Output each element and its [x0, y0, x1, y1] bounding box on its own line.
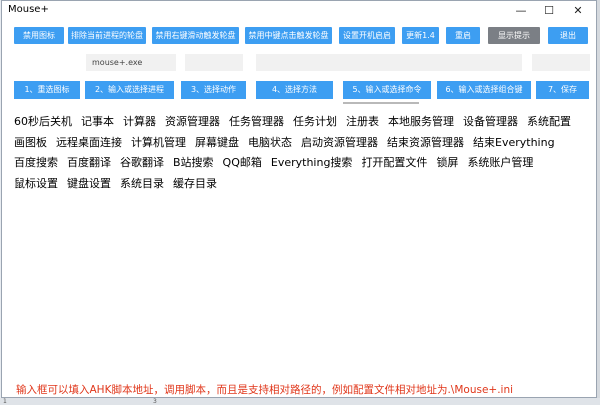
command-item[interactable]: 设备管理器 — [463, 112, 518, 133]
mouse-plus-window: Mouse+ — ☐ ✕ 禁用图标 排除当前进程的轮盘 禁用右键滑动触发轮盘 禁… — [1, 0, 597, 398]
command-item[interactable]: 电脑状态 — [248, 133, 292, 154]
command-item[interactable]: 锁屏 — [436, 153, 458, 174]
command-item[interactable]: 60秒后关机 — [14, 112, 72, 133]
restart-button[interactable]: 重启 — [446, 27, 480, 44]
command-item[interactable]: 结束资源管理器 — [387, 133, 464, 154]
minimize-icon[interactable]: — — [507, 1, 535, 21]
command-item[interactable]: 任务计划 — [293, 112, 337, 133]
process-input[interactable]: mouse+.exe — [86, 54, 176, 71]
disable-icon-button[interactable]: 禁用图标 — [14, 27, 64, 44]
command-item[interactable]: 计算器 — [123, 112, 156, 133]
line-number: 1 — [3, 398, 7, 405]
title-bar[interactable]: Mouse+ — ☐ ✕ — [2, 1, 596, 21]
command-item[interactable]: 百度翻译 — [67, 153, 111, 174]
action-input[interactable] — [185, 54, 243, 71]
command-item[interactable]: B站搜索 — [173, 153, 214, 174]
exclude-process-wheel-button[interactable]: 排除当前进程的轮盘 — [68, 27, 146, 44]
step-select-hotkey-button[interactable]: 6、输入或选择组合键 — [437, 81, 531, 99]
command-item[interactable]: 本地服务管理 — [388, 112, 454, 133]
command-input[interactable] — [256, 54, 522, 71]
command-item[interactable]: QQ邮箱 — [223, 153, 262, 174]
command-item[interactable]: 任务管理器 — [229, 112, 284, 133]
command-item[interactable]: 键盘设置 — [67, 174, 111, 195]
step-select-process-button[interactable]: 2、输入或选择进程 — [85, 81, 174, 99]
step-select-method-button[interactable]: 4、选择方法 — [256, 81, 333, 99]
step-select-action-button[interactable]: 3、选择动作 — [181, 81, 246, 99]
step-select-command-button[interactable]: 5、输入或选择命令 — [343, 81, 431, 99]
command-item[interactable]: 鼠标设置 — [14, 174, 58, 195]
command-item[interactable]: 系统配置 — [527, 112, 571, 133]
update-button[interactable]: 更新1.4 — [402, 27, 439, 44]
show-tips-button[interactable]: 显示提示 — [488, 27, 540, 44]
exit-button[interactable]: 退出 — [548, 27, 588, 44]
command-item[interactable]: 屏幕键盘 — [195, 133, 239, 154]
autostart-button[interactable]: 设置开机启启 — [339, 27, 395, 44]
command-item[interactable]: 记事本 — [81, 112, 114, 133]
disable-right-slide-wheel-button[interactable]: 禁用右键滑动触发轮盘 — [152, 27, 239, 44]
command-item[interactable]: 缓存目录 — [173, 174, 217, 195]
close-icon[interactable]: ✕ — [564, 1, 592, 21]
command-item[interactable]: 画图板 — [14, 133, 47, 154]
step-save-button[interactable]: 7、保存 — [536, 81, 589, 99]
command-item[interactable]: Everything搜索 — [271, 153, 353, 174]
hotkey-input[interactable] — [532, 54, 590, 71]
command-item[interactable]: 谷歌翻译 — [120, 153, 164, 174]
command-item[interactable]: 系统目录 — [120, 174, 164, 195]
line-number: 3 — [153, 398, 157, 405]
command-item[interactable]: 打开配置文件 — [361, 153, 427, 174]
command-item[interactable]: 计算机管理 — [131, 133, 186, 154]
command-item[interactable]: 系统账户管理 — [467, 153, 533, 174]
command-item[interactable]: 结束Everything — [473, 133, 555, 154]
command-item[interactable]: 百度搜索 — [14, 153, 58, 174]
command-item[interactable]: 资源管理器 — [165, 112, 220, 133]
command-item[interactable]: 远程桌面连接 — [56, 133, 122, 154]
disable-middle-click-wheel-button[interactable]: 禁用中键点击触发轮盘 — [245, 27, 332, 44]
command-item[interactable]: 注册表 — [346, 112, 379, 133]
window-title: Mouse+ — [8, 4, 49, 15]
background-editor-strip — [0, 398, 600, 405]
step-reselect-icon-button[interactable]: 1、重选图标 — [14, 81, 80, 99]
maximize-icon[interactable]: ☐ — [535, 1, 563, 21]
command-item[interactable]: 启动资源管理器 — [301, 133, 378, 154]
active-step-indicator — [343, 102, 419, 104]
usage-hint: 输入框可以填入AHK脚本地址，调用脚本，而且是支持相对路径的，例如配置文件相对地… — [16, 384, 514, 396]
command-list: 60秒后关机 记事本 计算器 资源管理器 任务管理器 任务计划 注册表 本地服务管理 设备管理器… — [14, 112, 594, 194]
